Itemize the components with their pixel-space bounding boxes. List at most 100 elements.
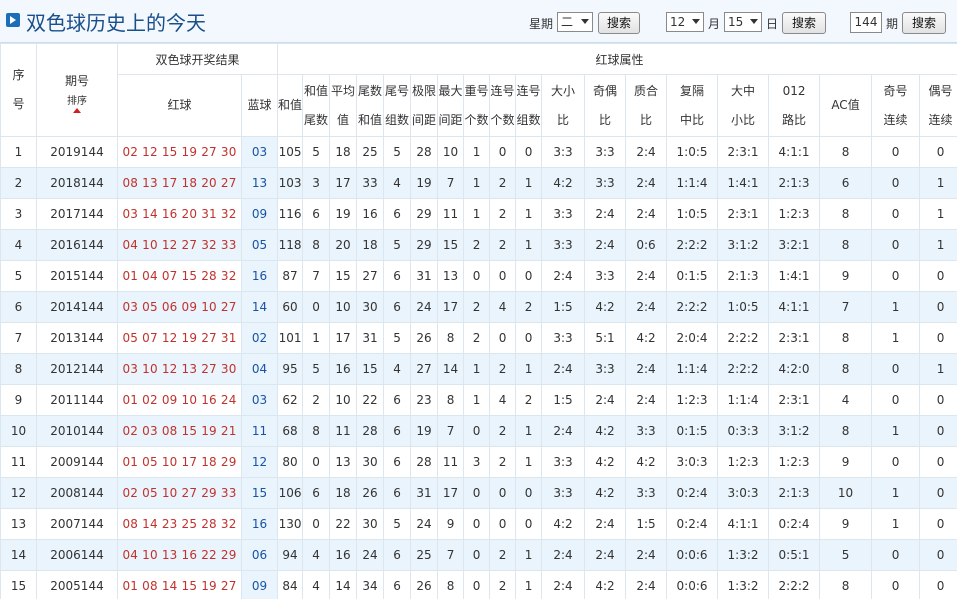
table-cell: 31 (410, 260, 439, 292)
table-cell: 1:4:1 (768, 260, 821, 292)
date-search-button[interactable]: 搜索 (782, 12, 826, 34)
table-cell: 4 (302, 570, 331, 599)
table-cell: 24 (356, 539, 385, 571)
sort-up-icon[interactable] (73, 108, 81, 113)
table-cell: 0:2:4 (768, 508, 821, 540)
table-cell: 33 (356, 167, 385, 199)
table-cell: 26 (356, 477, 385, 509)
table-cell: 3:3 (584, 167, 627, 199)
table-cell: 28 (356, 415, 385, 447)
table-cell: 10 (329, 291, 358, 323)
table-cell: 2:4 (584, 384, 627, 416)
table-cell: 13 (0, 508, 37, 540)
table-cell: 11 (437, 198, 465, 230)
table-cell: 1 (515, 539, 543, 571)
table-cell: 2009144 (36, 446, 118, 478)
table-cell: 1 (871, 322, 921, 354)
table-cell: 4:2 (625, 446, 668, 478)
table-cell: 17 (329, 322, 358, 354)
table-cell: 2 (489, 539, 517, 571)
day-select[interactable]: 15 (724, 12, 762, 32)
table-cell: 31 (356, 322, 385, 354)
weekday-search-button[interactable]: 搜索 (598, 12, 640, 34)
col-attr-13: 大中 小比 (717, 74, 770, 137)
table-cell: 3:1:2 (768, 415, 821, 447)
table-cell: 1 (515, 415, 543, 447)
table-cell: 19 (329, 198, 358, 230)
table-cell: 0 (919, 570, 957, 599)
table-cell: 8 (819, 136, 873, 168)
col-even: 偶号 连续 (919, 74, 957, 137)
period-input[interactable]: 144 (850, 12, 882, 33)
table-cell: 0 (919, 136, 957, 168)
red-balls: 01 02 09 10 16 24 (117, 384, 242, 416)
table-cell: 0 (515, 477, 543, 509)
table-cell: 9 (0, 384, 37, 416)
table-cell: 0:1:5 (666, 415, 719, 447)
table-cell: 30 (356, 508, 385, 540)
table-cell: 5 (383, 322, 412, 354)
table-cell: 8 (437, 384, 465, 416)
col-red: 红球 (117, 74, 242, 137)
table-cell: 118 (277, 229, 304, 261)
table-cell: 28 (410, 446, 439, 478)
table-cell: 1 (463, 384, 491, 416)
table-cell: 2 (489, 570, 517, 599)
table-cell: 1 (463, 353, 491, 385)
table-cell: 1:2:3 (768, 446, 821, 478)
table-cell: 22 (329, 508, 358, 540)
blue-ball: 04 (240, 353, 279, 385)
table-cell: 0:6 (625, 229, 668, 261)
month-select[interactable]: 12 (666, 12, 704, 32)
col-attr-3: 尾号 组数 (383, 74, 412, 137)
table-cell: 0:2:4 (666, 477, 719, 509)
sort-link[interactable]: 排序 (38, 96, 117, 108)
table-cell: 0 (489, 477, 517, 509)
table-cell: 2 (489, 167, 517, 199)
blue-ball: 09 (240, 570, 279, 599)
table-cell: 15 (329, 260, 358, 292)
table-cell: 1:3:2 (717, 539, 770, 571)
table-cell: 9 (819, 446, 873, 478)
table-cell: 23 (410, 384, 439, 416)
red-balls: 03 05 06 09 10 27 (117, 291, 242, 323)
table-cell: 4:2 (625, 322, 668, 354)
page-header: 双色球历史上的今天 星期 二 搜索 12 月 15 日 搜索 144 期 搜索 (0, 0, 957, 43)
arrow-right-icon (6, 13, 20, 27)
chevron-down-icon (750, 19, 758, 24)
table-cell: 2 (489, 229, 517, 261)
table-cell: 12 (0, 477, 37, 509)
table-cell: 2 (489, 415, 517, 447)
table-cell: 2:4 (625, 260, 668, 292)
table-cell: 20 (329, 229, 358, 261)
table-cell: 2019144 (36, 136, 118, 168)
period-search-button[interactable]: 搜索 (902, 12, 946, 34)
blue-ball: 06 (240, 539, 279, 571)
table-cell: 3:3 (541, 229, 586, 261)
chevron-down-icon (581, 19, 589, 24)
table-row: 10 2010144 02 03 08 15 19 21 11 68 8 11 28 6 19 7 0… (0, 415, 957, 447)
red-balls: 01 08 14 15 19 27 (117, 570, 242, 599)
table-cell: 2:2:2 (717, 353, 770, 385)
month-label: 月 (708, 17, 721, 31)
table-cell: 0:1:5 (666, 260, 719, 292)
col-attr-11: 质合比 (625, 74, 668, 137)
table-cell: 1:0:5 (717, 291, 770, 323)
table-cell: 8 (302, 415, 331, 447)
table-cell: 9 (437, 508, 465, 540)
weekday-select[interactable]: 二 (557, 12, 593, 32)
table-cell: 28 (410, 136, 439, 168)
table-cell: 0 (919, 291, 957, 323)
red-balls: 03 14 16 20 31 32 (117, 198, 242, 230)
table-cell: 2 (489, 198, 517, 230)
col-attr-10: 奇偶比 (584, 74, 627, 137)
table-cell: 4:2 (584, 415, 627, 447)
table-cell: 18 (356, 229, 385, 261)
table-cell: 2:4 (541, 260, 586, 292)
table-cell: 3:3 (541, 136, 586, 168)
table-cell: 1 (515, 229, 543, 261)
table-cell: 2:4 (625, 136, 668, 168)
table-cell: 60 (277, 291, 304, 323)
table-cell: 4 (489, 291, 517, 323)
table-cell: 1 (302, 322, 331, 354)
